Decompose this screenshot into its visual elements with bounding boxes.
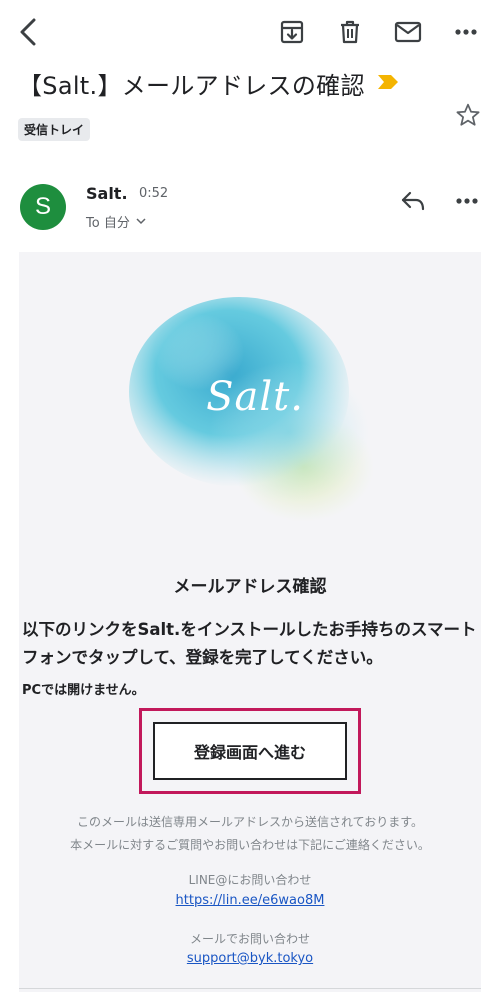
delete-button[interactable] bbox=[332, 12, 368, 52]
pc-note: PCでは開けません。 bbox=[22, 683, 145, 698]
email-description: 以下のリンクをSalt.をインストールしたお手持ちのスマートフォンでタップして、… bbox=[22, 620, 477, 667]
mark-unread-button[interactable] bbox=[390, 12, 426, 52]
message-time: 0:52 bbox=[139, 186, 169, 201]
chevron-down-icon bbox=[136, 214, 146, 229]
trash-icon bbox=[338, 19, 362, 45]
archive-button[interactable] bbox=[274, 12, 310, 52]
inbox-label-chip[interactable]: 受信トレイ bbox=[18, 118, 91, 141]
sender-name: Salt. bbox=[86, 184, 128, 203]
email-heading: メールアドレス確認 bbox=[173, 577, 327, 597]
footer-notice-line2: 本メールに対するご質問やお問い合わせは下記にご連絡ください。 bbox=[70, 838, 430, 852]
subject-row: 【Salt.】メールアドレスの確認 bbox=[18, 66, 458, 101]
email-subject: 【Salt.】メールアドレスの確認 bbox=[18, 72, 365, 100]
archive-icon bbox=[279, 19, 305, 45]
line-contact-label: LINE@にお問い合わせ bbox=[188, 873, 312, 887]
importance-marker-icon[interactable] bbox=[377, 74, 399, 94]
mail-contact-link[interactable]: support@byk.tokyo bbox=[19, 951, 481, 966]
line-contact-link[interactable]: https://lin.ee/e6wao8M bbox=[19, 893, 481, 908]
footer-notice-line1: このメールは送信専用メールアドレスから送信されております。 bbox=[76, 815, 424, 829]
top-toolbar bbox=[0, 0, 500, 64]
email-body: Salt. メールアドレス確認 以下のリンクをSalt.をインストールしたお手持… bbox=[19, 252, 481, 992]
reply-icon bbox=[400, 190, 426, 212]
logo-wordmark: Salt. bbox=[206, 374, 304, 420]
sender-avatar[interactable]: S bbox=[20, 184, 66, 230]
message-more-button[interactable] bbox=[450, 184, 484, 218]
more-horizontal-icon bbox=[456, 198, 478, 204]
more-options-button[interactable] bbox=[448, 12, 484, 52]
back-button[interactable] bbox=[10, 12, 46, 52]
star-button[interactable] bbox=[452, 98, 484, 132]
mail-icon bbox=[394, 21, 422, 43]
reply-button[interactable] bbox=[396, 184, 430, 218]
star-icon bbox=[455, 102, 481, 128]
back-arrow-icon bbox=[19, 18, 37, 46]
recipient-details-toggle[interactable]: To 自分 bbox=[86, 212, 146, 231]
divider bbox=[19, 988, 481, 989]
more-horizontal-icon bbox=[455, 29, 477, 35]
register-button[interactable]: 登録画面へ進む bbox=[153, 722, 347, 780]
salt-logo: Salt. bbox=[129, 292, 381, 544]
mail-contact-label: メールでお問い合わせ bbox=[189, 932, 310, 946]
recipient-line: To 自分 bbox=[86, 216, 130, 231]
